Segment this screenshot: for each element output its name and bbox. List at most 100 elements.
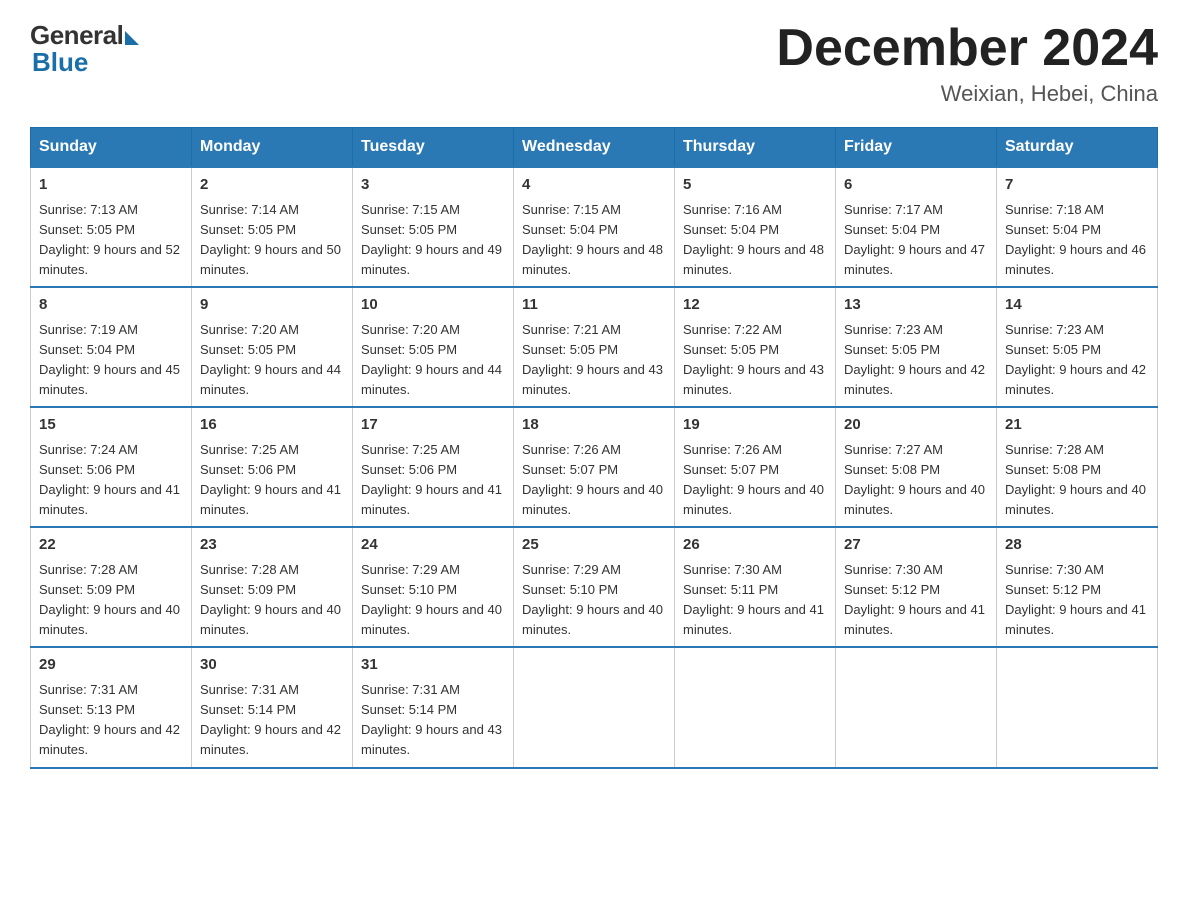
- day-info: Sunrise: 7:23 AMSunset: 5:05 PMDaylight:…: [844, 322, 985, 397]
- day-info: Sunrise: 7:15 AMSunset: 5:04 PMDaylight:…: [522, 202, 663, 277]
- day-info: Sunrise: 7:28 AMSunset: 5:08 PMDaylight:…: [1005, 442, 1146, 517]
- day-number: 13: [844, 294, 988, 317]
- calendar-cell: 28Sunrise: 7:30 AMSunset: 5:12 PMDayligh…: [997, 527, 1158, 647]
- day-info: Sunrise: 7:19 AMSunset: 5:04 PMDaylight:…: [39, 322, 180, 397]
- calendar-cell: 6 Sunrise: 7:17 AMSunset: 5:04 PMDaylight…: [836, 167, 997, 287]
- day-of-week-monday: Monday: [192, 128, 353, 168]
- calendar-cell: [997, 647, 1158, 767]
- day-info: Sunrise: 7:20 AMSunset: 5:05 PMDaylight:…: [361, 322, 502, 397]
- calendar-cell: 1Sunrise: 7:13 AMSunset: 5:05 PMDaylight…: [31, 167, 192, 287]
- week-row-2: 8Sunrise: 7:19 AMSunset: 5:04 PMDaylight…: [31, 287, 1158, 407]
- calendar-header: SundayMondayTuesdayWednesdayThursdayFrid…: [31, 128, 1158, 168]
- day-of-week-wednesday: Wednesday: [514, 128, 675, 168]
- calendar-cell: 26Sunrise: 7:30 AMSunset: 5:11 PMDayligh…: [675, 527, 836, 647]
- calendar-cell: 17 Sunrise: 7:25 AMSunset: 5:06 PMDayligh…: [353, 407, 514, 527]
- calendar-cell: 31 Sunrise: 7:31 AMSunset: 5:14 PMDayligh…: [353, 647, 514, 767]
- day-number: 15: [39, 414, 183, 437]
- day-info: Sunrise: 7:14 AMSunset: 5:05 PMDaylight:…: [200, 202, 341, 277]
- day-number: 6: [844, 174, 988, 197]
- calendar-cell: [675, 647, 836, 767]
- day-of-week-friday: Friday: [836, 128, 997, 168]
- location-text: Weixian, Hebei, China: [776, 81, 1158, 107]
- calendar-cell: 13 Sunrise: 7:23 AMSunset: 5:05 PMDayligh…: [836, 287, 997, 407]
- day-number: 29: [39, 654, 183, 677]
- day-number: 11: [522, 294, 666, 317]
- day-number: 16: [200, 414, 344, 437]
- day-of-week-saturday: Saturday: [997, 128, 1158, 168]
- day-info: Sunrise: 7:20 AMSunset: 5:05 PMDaylight:…: [200, 322, 341, 397]
- day-info: Sunrise: 7:22 AMSunset: 5:05 PMDaylight:…: [683, 322, 824, 397]
- day-number: 22: [39, 534, 183, 557]
- day-number: 19: [683, 414, 827, 437]
- calendar-cell: 16 Sunrise: 7:25 AMSunset: 5:06 PMDayligh…: [192, 407, 353, 527]
- calendar-cell: 23 Sunrise: 7:28 AMSunset: 5:09 PMDayligh…: [192, 527, 353, 647]
- calendar-cell: 14 Sunrise: 7:23 AMSunset: 5:05 PMDayligh…: [997, 287, 1158, 407]
- day-number: 31: [361, 654, 505, 677]
- day-number: 27: [844, 534, 988, 557]
- calendar-cell: 19 Sunrise: 7:26 AMSunset: 5:07 PMDayligh…: [675, 407, 836, 527]
- day-info: Sunrise: 7:31 AMSunset: 5:14 PMDaylight:…: [361, 682, 502, 757]
- day-info: Sunrise: 7:31 AMSunset: 5:14 PMDaylight:…: [200, 682, 341, 757]
- day-number: 30: [200, 654, 344, 677]
- day-number: 14: [1005, 294, 1149, 317]
- day-number: 24: [361, 534, 505, 557]
- day-number: 7: [1005, 174, 1149, 197]
- day-number: 4: [522, 174, 666, 197]
- day-info: Sunrise: 7:23 AMSunset: 5:05 PMDaylight:…: [1005, 322, 1146, 397]
- calendar-cell: 27Sunrise: 7:30 AMSunset: 5:12 PMDayligh…: [836, 527, 997, 647]
- day-info: Sunrise: 7:24 AMSunset: 5:06 PMDaylight:…: [39, 442, 180, 517]
- week-row-1: 1Sunrise: 7:13 AMSunset: 5:05 PMDaylight…: [31, 167, 1158, 287]
- calendar-cell: 21 Sunrise: 7:28 AMSunset: 5:08 PMDayligh…: [997, 407, 1158, 527]
- calendar-cell: 2 Sunrise: 7:14 AMSunset: 5:05 PMDaylight…: [192, 167, 353, 287]
- day-number: 26: [683, 534, 827, 557]
- day-number: 10: [361, 294, 505, 317]
- day-number: 17: [361, 414, 505, 437]
- day-info: Sunrise: 7:18 AMSunset: 5:04 PMDaylight:…: [1005, 202, 1146, 277]
- day-info: Sunrise: 7:28 AMSunset: 5:09 PMDaylight:…: [200, 562, 341, 637]
- day-number: 2: [200, 174, 344, 197]
- day-info: Sunrise: 7:26 AMSunset: 5:07 PMDaylight:…: [683, 442, 824, 517]
- calendar-cell: 30 Sunrise: 7:31 AMSunset: 5:14 PMDayligh…: [192, 647, 353, 767]
- day-number: 5: [683, 174, 827, 197]
- calendar-cell: [514, 647, 675, 767]
- day-number: 12: [683, 294, 827, 317]
- week-row-4: 22 Sunrise: 7:28 AMSunset: 5:09 PMDayligh…: [31, 527, 1158, 647]
- day-number: 25: [522, 534, 666, 557]
- day-info: Sunrise: 7:25 AMSunset: 5:06 PMDaylight:…: [361, 442, 502, 517]
- calendar-cell: 15 Sunrise: 7:24 AMSunset: 5:06 PMDayligh…: [31, 407, 192, 527]
- week-row-5: 29 Sunrise: 7:31 AMSunset: 5:13 PMDayligh…: [31, 647, 1158, 767]
- calendar-cell: 8Sunrise: 7:19 AMSunset: 5:04 PMDaylight…: [31, 287, 192, 407]
- day-of-week-thursday: Thursday: [675, 128, 836, 168]
- day-info: Sunrise: 7:28 AMSunset: 5:09 PMDaylight:…: [39, 562, 180, 637]
- day-info: Sunrise: 7:17 AMSunset: 5:04 PMDaylight:…: [844, 202, 985, 277]
- day-number: 28: [1005, 534, 1149, 557]
- week-row-3: 15 Sunrise: 7:24 AMSunset: 5:06 PMDayligh…: [31, 407, 1158, 527]
- day-number: 3: [361, 174, 505, 197]
- day-info: Sunrise: 7:21 AMSunset: 5:05 PMDaylight:…: [522, 322, 663, 397]
- day-number: 20: [844, 414, 988, 437]
- calendar-cell: 4 Sunrise: 7:15 AMSunset: 5:04 PMDaylight…: [514, 167, 675, 287]
- calendar-table: SundayMondayTuesdayWednesdayThursdayFrid…: [30, 127, 1158, 768]
- calendar-cell: 18Sunrise: 7:26 AMSunset: 5:07 PMDayligh…: [514, 407, 675, 527]
- days-of-week-row: SundayMondayTuesdayWednesdayThursdayFrid…: [31, 128, 1158, 168]
- day-of-week-sunday: Sunday: [31, 128, 192, 168]
- day-info: Sunrise: 7:27 AMSunset: 5:08 PMDaylight:…: [844, 442, 985, 517]
- day-number: 21: [1005, 414, 1149, 437]
- calendar-cell: 11 Sunrise: 7:21 AMSunset: 5:05 PMDayligh…: [514, 287, 675, 407]
- day-info: Sunrise: 7:31 AMSunset: 5:13 PMDaylight:…: [39, 682, 180, 757]
- day-number: 1: [39, 174, 183, 197]
- day-info: Sunrise: 7:25 AMSunset: 5:06 PMDaylight:…: [200, 442, 341, 517]
- day-info: Sunrise: 7:29 AMSunset: 5:10 PMDaylight:…: [522, 562, 663, 637]
- day-number: 23: [200, 534, 344, 557]
- calendar-cell: 9Sunrise: 7:20 AMSunset: 5:05 PMDaylight…: [192, 287, 353, 407]
- calendar-cell: 5Sunrise: 7:16 AMSunset: 5:04 PMDaylight…: [675, 167, 836, 287]
- calendar-cell: 24Sunrise: 7:29 AMSunset: 5:10 PMDayligh…: [353, 527, 514, 647]
- calendar-cell: 22 Sunrise: 7:28 AMSunset: 5:09 PMDayligh…: [31, 527, 192, 647]
- page-header: General Blue December 2024 Weixian, Hebe…: [30, 20, 1158, 107]
- month-title: December 2024: [776, 20, 1158, 77]
- calendar-body: 1Sunrise: 7:13 AMSunset: 5:05 PMDaylight…: [31, 167, 1158, 767]
- day-info: Sunrise: 7:15 AMSunset: 5:05 PMDaylight:…: [361, 202, 502, 277]
- title-section: December 2024 Weixian, Hebei, China: [776, 20, 1158, 107]
- day-number: 18: [522, 414, 666, 437]
- calendar-cell: 3 Sunrise: 7:15 AMSunset: 5:05 PMDaylight…: [353, 167, 514, 287]
